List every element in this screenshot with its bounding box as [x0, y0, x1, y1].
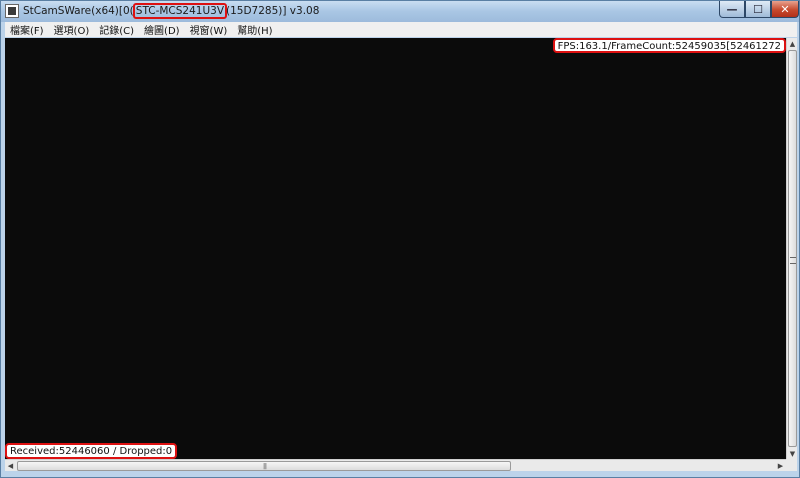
minimize-button[interactable]: — [719, 1, 745, 18]
menu-options[interactable]: 選項(O) [49, 22, 95, 37]
menu-bar: 檔案(F) 選項(O) 記錄(C) 繪圖(D) 視窗(W) 幫助(H) [5, 22, 797, 37]
camera-view[interactable]: FPS:163.1/FrameCount:52459035[52461272 R… [5, 38, 786, 459]
scroll-up-arrow-icon[interactable]: ▲ [787, 38, 798, 49]
menu-window[interactable]: 視窗(W) [185, 22, 233, 37]
title-bar[interactable]: StCamSWare(x64)[0(STC-MCS241U3V (15D7285)… [1, 1, 799, 22]
title-suffix: (15D7285)] v3.08 [226, 5, 320, 17]
grip-icon: ||| [263, 463, 267, 470]
scroll-left-arrow-icon[interactable]: ◀ [5, 460, 16, 472]
menu-file[interactable]: 檔案(F) [5, 22, 49, 37]
menu-draw[interactable]: 繪圖(D) [139, 22, 185, 37]
fps-readout: FPS:163.1/FrameCount:52459035[52461272 [552, 38, 786, 53]
app-window: StCamSWare(x64)[0(STC-MCS241U3V (15D7285)… [0, 0, 800, 478]
menu-record[interactable]: 記錄(C) [94, 22, 139, 37]
horizontal-scrollbar[interactable]: ◀ ||| ▶ [5, 459, 786, 471]
close-button[interactable]: ✕ [771, 1, 799, 18]
received-readout: Received:52446060 / Dropped:0 [5, 443, 178, 459]
scrollbar-corner [786, 459, 797, 471]
window-title: StCamSWare(x64)[0(STC-MCS241U3V (15D7285)… [23, 3, 320, 19]
app-icon[interactable] [5, 4, 19, 18]
title-model-highlight: STC-MCS241U3V [132, 3, 228, 19]
scroll-right-arrow-icon[interactable]: ▶ [775, 460, 786, 472]
maximize-button[interactable]: ☐ [745, 1, 771, 18]
grip-icon [790, 257, 796, 264]
horizontal-scroll-thumb[interactable]: ||| [17, 461, 511, 471]
title-prefix: StCamSWare(x64)[0( [23, 5, 134, 17]
menu-help[interactable]: 幫助(H) [232, 22, 277, 37]
vertical-scrollbar[interactable]: ▲ ▼ [786, 38, 797, 459]
vertical-scroll-thumb[interactable] [788, 50, 797, 447]
scroll-down-arrow-icon[interactable]: ▼ [787, 448, 798, 459]
